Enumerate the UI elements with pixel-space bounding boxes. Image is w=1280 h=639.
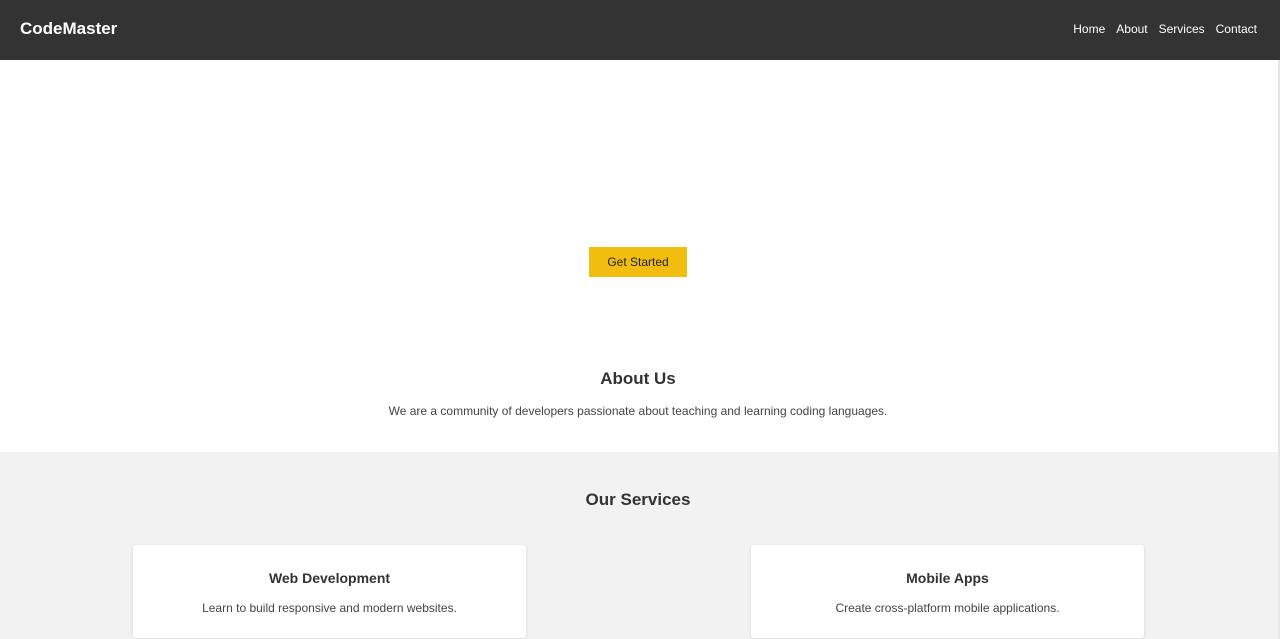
service-card-web-development: Web Development Learn to build responsiv… [133,545,526,638]
hero-section: Get Started [0,60,1280,350]
service-card-description: Learn to build responsive and modern web… [202,601,457,615]
page: CodeMaster Home About Services Contact G… [0,0,1280,639]
about-section: About Us We are a community of developer… [0,350,1280,452]
brand-logo-text[interactable]: CodeMaster [20,19,117,39]
get-started-button[interactable]: Get Started [589,247,687,277]
nav-link-services[interactable]: Services [1159,21,1205,37]
services-section: Our Services Web Development Learn to bu… [0,452,1280,639]
nav-link-about[interactable]: About [1116,21,1147,37]
about-description: We are a community of developers passion… [388,404,888,418]
main-nav: Home About Services Contact [1073,21,1257,37]
about-title: About Us [600,369,676,388]
service-card-mobile-apps: Mobile Apps Create cross-platform mobile… [751,545,1144,638]
service-card-title: Web Development [268,570,391,586]
service-card-description: Create cross-platform mobile application… [835,601,1060,615]
service-card-title: Mobile Apps [906,570,989,586]
nav-link-home[interactable]: Home [1073,21,1105,37]
services-title: Our Services [585,490,691,509]
site-header: CodeMaster Home About Services Contact [0,0,1280,60]
nav-link-contact[interactable]: Contact [1216,21,1257,37]
